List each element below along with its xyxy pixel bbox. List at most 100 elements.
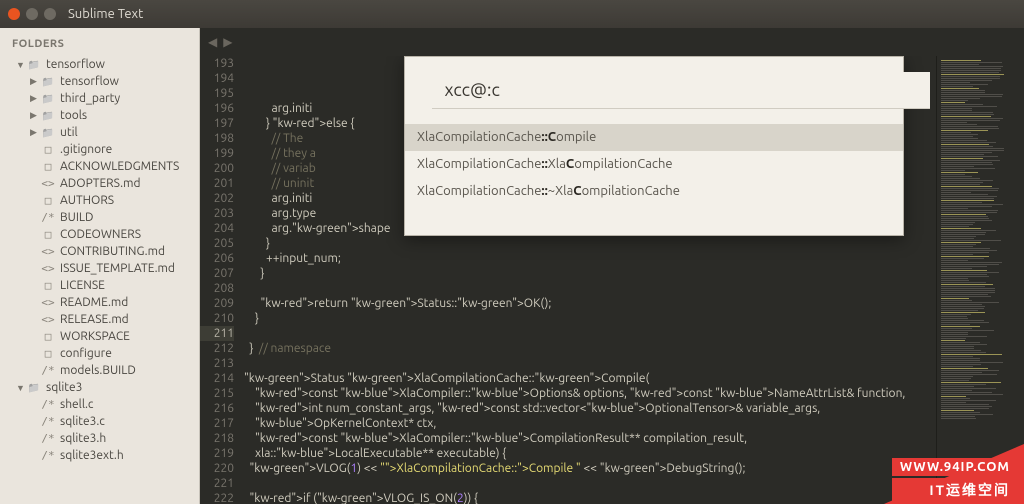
file-label: BUILD xyxy=(60,211,93,224)
folder-label: third_party xyxy=(60,92,120,105)
file-label: WORKSPACE xyxy=(60,330,130,343)
file-item[interactable]: <> CONTRIBUTING.md xyxy=(0,243,199,260)
folder-root[interactable]: ▼ sqlite3 xyxy=(0,379,199,396)
editor-area: ◀ ▶ 193194195196197198199200201202203204… xyxy=(200,28,1024,504)
minimap[interactable] xyxy=(936,56,1024,504)
file-icon: □ xyxy=(40,143,56,156)
file-item[interactable]: <> README.md xyxy=(0,294,199,311)
file-icon: □ xyxy=(40,194,56,207)
close-button[interactable] xyxy=(8,8,20,20)
file-icon: /* xyxy=(40,364,56,377)
sidebar-header: FOLDERS xyxy=(0,34,199,56)
file-item[interactable]: □ AUTHORS xyxy=(0,192,199,209)
file-label: AUTHORS xyxy=(60,194,114,207)
file-label: configure xyxy=(60,347,112,360)
folder-label: tensorflow xyxy=(46,58,105,71)
file-item[interactable]: □ WORKSPACE xyxy=(0,328,199,345)
file-label: CONTRIBUTING.md xyxy=(60,245,165,258)
minimize-button[interactable] xyxy=(26,8,38,20)
folder-root[interactable]: ▼ tensorflow xyxy=(0,56,199,73)
goto-result[interactable]: XlaCompilationCache::~XlaCompilationCach… xyxy=(405,178,903,205)
tab-prev-icon[interactable]: ◀ xyxy=(208,35,217,49)
file-icon: □ xyxy=(40,228,56,241)
goto-result[interactable]: XlaCompilationCache::Compile xyxy=(405,124,903,151)
chevron-down-icon: ▼ xyxy=(16,60,26,70)
file-label: sqlite3ext.h xyxy=(60,449,124,462)
folder-item[interactable]: ▶ util xyxy=(0,124,199,141)
file-item[interactable]: /* models.BUILD xyxy=(0,362,199,379)
file-label: CODEOWNERS xyxy=(60,228,141,241)
watermark-text: IT运维空间 xyxy=(892,478,1018,502)
file-item[interactable]: <> RELEASE.md xyxy=(0,311,199,328)
folder-label: tools xyxy=(60,109,87,122)
file-label: ADOPTERS.md xyxy=(60,177,140,190)
file-icon: /* xyxy=(40,211,56,224)
file-item[interactable]: <> ADOPTERS.md xyxy=(0,175,199,192)
tabbar: ◀ ▶ xyxy=(200,28,1024,56)
folder-tree: ▼ tensorflow ▶ tensorflow ▶ third_party ▶ too… xyxy=(0,56,199,464)
file-icon: /* xyxy=(40,398,56,411)
file-label: LICENSE xyxy=(60,279,105,292)
folder-item[interactable]: ▶ tools xyxy=(0,107,199,124)
watermark: WWW.94IP.COM IT运维空间 xyxy=(892,458,1018,502)
file-item[interactable]: □ LICENSE xyxy=(0,277,199,294)
maximize-button[interactable] xyxy=(44,8,56,20)
file-icon: □ xyxy=(40,330,56,343)
code-view[interactable]: XlaCompilationCache::CompileXlaCompilati… xyxy=(244,56,936,504)
line-gutter: 1931941951961971981992002012022032042052… xyxy=(200,56,244,504)
file-item[interactable]: <> ISSUE_TEMPLATE.md xyxy=(0,260,199,277)
window-buttons xyxy=(8,8,56,20)
file-item[interactable]: /* sqlite3ext.h xyxy=(0,447,199,464)
file-icon: /* xyxy=(40,432,56,445)
file-item[interactable]: /* BUILD xyxy=(0,209,199,226)
file-item[interactable]: /* shell.c xyxy=(0,396,199,413)
folder-label: sqlite3 xyxy=(46,381,82,394)
folder-icon xyxy=(40,93,56,105)
folder-icon xyxy=(40,76,56,88)
folder-icon xyxy=(40,110,56,122)
file-icon: □ xyxy=(40,279,56,292)
file-label: .gitignore xyxy=(60,143,112,156)
file-icon: <> xyxy=(40,262,56,275)
folder-icon xyxy=(26,59,42,71)
file-icon: □ xyxy=(40,160,56,173)
file-label: ISSUE_TEMPLATE.md xyxy=(60,262,175,275)
file-icon: <> xyxy=(40,296,56,309)
goto-result[interactable]: XlaCompilationCache::XlaCompilationCache xyxy=(405,151,903,178)
chevron-right-icon: ▶ xyxy=(30,110,40,121)
chevron-right-icon: ▶ xyxy=(30,93,40,104)
file-item[interactable]: /*sqlite3.c xyxy=(0,413,199,430)
file-item[interactable]: □ CODEOWNERS xyxy=(0,226,199,243)
file-icon: <> xyxy=(40,245,56,258)
titlebar: Sublime Text xyxy=(0,0,1024,28)
file-icon: /* xyxy=(40,415,56,428)
folder-icon xyxy=(26,382,42,394)
chevron-right-icon: ▶ xyxy=(30,127,40,138)
folder-item[interactable]: ▶ third_party xyxy=(0,90,199,107)
sidebar: FOLDERS ▼ tensorflow ▶ tensorflow ▶ third_p… xyxy=(0,28,200,504)
file-icon: <> xyxy=(40,313,56,326)
watermark-url: WWW.94IP.COM xyxy=(892,458,1018,476)
file-icon: □ xyxy=(40,347,56,360)
file-label: sqlite3.h xyxy=(60,432,106,445)
folder-label: util xyxy=(60,126,78,139)
file-item[interactable]: /* sqlite3.h xyxy=(0,430,199,447)
file-item[interactable]: □ configure xyxy=(0,345,199,362)
folder-icon xyxy=(40,127,56,139)
file-icon: /* xyxy=(40,449,56,462)
file-label: models.BUILD xyxy=(60,364,136,377)
file-item[interactable]: □ .gitignore xyxy=(0,141,199,158)
file-icon: <> xyxy=(40,177,56,190)
goto-input[interactable] xyxy=(432,72,930,109)
file-label: shell.c xyxy=(60,398,94,411)
file-item[interactable]: □ACKNOWLEDGMENTS xyxy=(0,158,199,175)
editor-content[interactable]: 1931941951961971981992002012022032042052… xyxy=(200,56,1024,504)
folder-item[interactable]: ▶ tensorflow xyxy=(0,73,199,90)
chevron-right-icon: ▶ xyxy=(30,76,40,87)
tab-next-icon[interactable]: ▶ xyxy=(223,35,232,49)
chevron-down-icon: ▼ xyxy=(16,383,26,393)
window-title: Sublime Text xyxy=(68,7,143,21)
file-label: README.md xyxy=(60,296,128,309)
file-label: RELEASE.md xyxy=(60,313,129,326)
folder-label: tensorflow xyxy=(60,75,119,88)
